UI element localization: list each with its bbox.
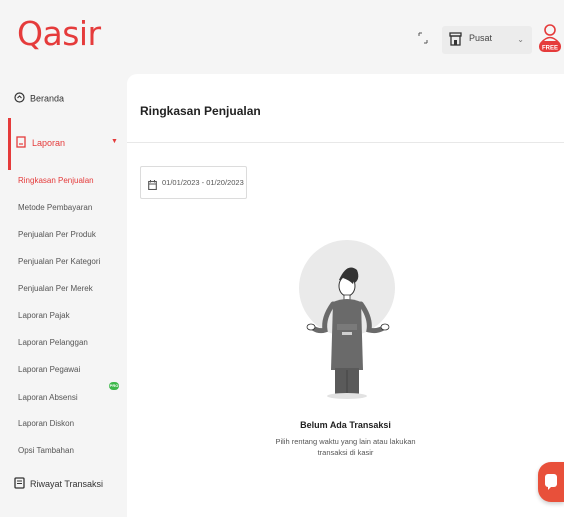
submenu-penjualan-per-kategori[interactable]: Penjualan Per Kategori <box>18 257 100 266</box>
empty-state-desc-line1: Pilih rentang waktu yang lain atau lakuk… <box>275 437 416 446</box>
dashboard-icon <box>14 92 25 105</box>
date-range-picker[interactable]: 01/01/2023 - 01/20/2023 <box>140 166 247 199</box>
empty-state-illustration <box>299 240 395 405</box>
pro-badge: PRO <box>109 382 119 390</box>
page-title: Ringkasan Penjualan <box>140 104 261 118</box>
active-indicator <box>8 118 11 170</box>
outlet-select[interactable]: Pusat ⌄ <box>442 26 532 54</box>
chat-button[interactable] <box>538 462 564 502</box>
free-badge: FREE <box>542 46 558 52</box>
submenu-metode-pembayaran[interactable]: Metode Pembayaran <box>18 203 92 212</box>
caret-down-icon: ▼ <box>111 138 118 145</box>
sidebar: Beranda Laporan ▼ Ringkasan Penjualan Me… <box>0 78 127 517</box>
submenu-laporan-pelanggan[interactable]: Laporan Pelanggan <box>18 338 88 347</box>
date-range-value: 01/01/2023 - 01/20/2023 <box>162 178 244 187</box>
sidebar-item-riwayat-transaksi[interactable]: Riwayat Transaksi <box>14 477 103 491</box>
top-bar: Qasir Pusat ⌄ FREE <box>0 0 564 78</box>
main-content: Ringkasan Penjualan 01/01/2023 - 01/20/2… <box>127 74 564 517</box>
expand-arrows-icon[interactable] <box>415 32 431 48</box>
submenu-laporan-pegawai[interactable]: Laporan Pegawai <box>18 365 80 374</box>
submenu-laporan-diskon[interactable]: Laporan Diskon <box>18 419 74 428</box>
submenu-laporan-pajak[interactable]: Laporan Pajak <box>18 311 70 320</box>
submenu-opsi-tambahan[interactable]: Opsi Tambahan <box>18 446 74 455</box>
chat-icon <box>544 473 558 496</box>
receipt-icon <box>14 477 25 491</box>
sidebar-item-label: Beranda <box>30 93 65 104</box>
sidebar-item-label: Laporan <box>32 138 66 148</box>
divider <box>127 142 564 143</box>
submenu-ringkasan-penjualan[interactable]: Ringkasan Penjualan <box>18 176 94 185</box>
store-icon <box>449 32 462 51</box>
submenu-laporan-absensi[interactable]: Laporan Absensi <box>18 393 78 402</box>
calendar-icon <box>148 177 157 195</box>
outlet-label: Pusat <box>469 33 493 43</box>
submenu-penjualan-per-produk[interactable]: Penjualan Per Produk <box>18 230 96 239</box>
empty-state-title: Belum Ada Transaksi <box>300 420 391 430</box>
empty-state-desc-line2: transaksi di kasir <box>317 448 374 457</box>
empty-state-description: Pilih rentang waktu yang lain atau lakuk… <box>127 436 564 458</box>
chevron-down-icon: ⌄ <box>517 35 524 44</box>
submenu-penjualan-per-merek[interactable]: Penjualan Per Merek <box>18 284 93 293</box>
qasir-logo[interactable]: Qasir <box>17 14 101 54</box>
sidebar-item-beranda[interactable]: Beranda <box>14 92 64 105</box>
sidebar-item-laporan[interactable]: Laporan ▼ <box>0 118 127 170</box>
report-icon <box>16 135 26 153</box>
sidebar-item-label: Riwayat Transaksi <box>30 479 104 489</box>
avatar[interactable]: FREE <box>538 22 562 61</box>
